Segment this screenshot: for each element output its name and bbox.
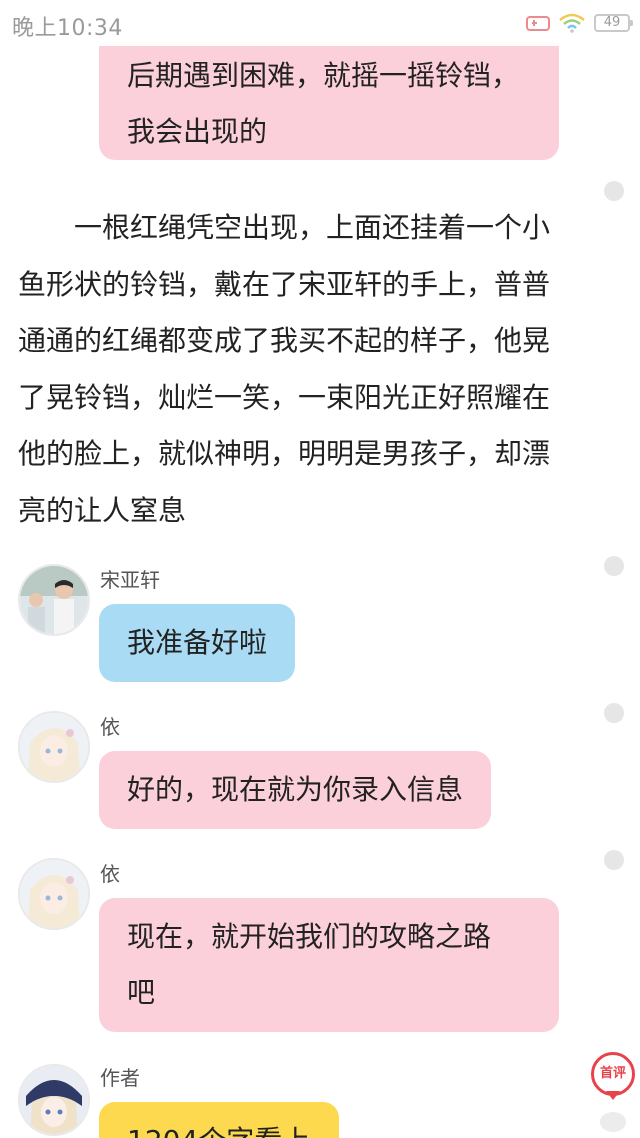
message-bubble[interactable]: 现在，就开始我们的攻略之路 吧 [99,898,559,1032]
battery-level: 49 [603,15,621,30]
avatar-anime-icon [20,1066,88,1134]
narration-line: 他的脸上，就似神明，明明是男孩子，却漂 [18,437,551,470]
avatar-anime-icon [20,713,88,781]
more-dot-icon[interactable] [604,850,624,870]
notification-icon [526,16,550,31]
message-line: 吧 [127,976,156,1009]
comment-bubble-icon [606,1091,620,1100]
message-bubble[interactable]: 我准备好啦 [99,604,296,682]
narration-line: 通通的红绳都变成了我买不起的样子，他晃 [18,324,551,357]
message-line: 好的，现在就为你录入信息 [127,773,464,806]
message-bubble[interactable]: 后期遇到困难，就摇一摇铃铛， 我会出现的 [99,42,559,160]
narration-line: 一根红绳凭空出现，上面还挂着一个小 [74,211,551,244]
message-bubble[interactable]: 1204个字看上 [99,1102,339,1138]
more-dot-icon[interactable] [604,181,624,201]
speaker-name: 依 [100,715,120,739]
speaker-name: 作者 [100,1066,140,1090]
avatar-yi[interactable] [18,858,90,930]
narration-line: 了晃铃铛，灿烂一笑，一束阳光正好照耀在 [18,380,551,414]
more-dot-icon[interactable] [600,1112,626,1132]
message-line: 我会出现的 [127,115,268,148]
avatar-songyaxuan[interactable] [18,564,90,636]
message-bubble[interactable]: 好的，现在就为你录入信息 [99,751,492,829]
avatar-anime-icon [20,860,88,928]
speaker-name: 依 [100,862,120,886]
narration-text: 一根红绳凭空出现，上面还挂着一个小 鱼形状的铃铛，戴在了宋亚轩的手上，普普 通通… [18,200,598,539]
wifi-icon [559,13,585,33]
avatar-yi[interactable] [18,711,90,783]
more-dot-icon[interactable] [604,703,624,723]
status-bar: 晚上10:34 49 [0,0,640,46]
narration-line: 鱼形状的铃铛，戴在了宋亚轩的手上，普普 [18,267,551,301]
avatar-author[interactable] [18,1064,90,1136]
narration-line: 亮的让人窒息 [18,493,187,527]
message-line: 现在，就开始我们的攻略之路 [127,920,492,953]
more-dot-icon[interactable] [604,556,624,576]
message-line: 后期遇到困难，就摇一摇铃铛， [127,59,520,92]
status-icons: 49 [526,10,633,36]
message-line: 我准备好啦 [127,626,268,659]
first-comment-button[interactable]: 首评 [591,1052,635,1096]
message-line: 1204个字看上 [127,1124,310,1138]
avatar-photo-icon [20,566,88,634]
status-time: 晚上10:34 [12,16,123,41]
first-comment-label: 首评 [599,1066,626,1081]
speaker-name: 宋亚轩 [100,568,160,592]
battery-icon: 49 [594,14,633,32]
chat-story-page: 晚上10:34 49 后期遇到困难，就摇一摇铃铛， 我会出现的 一根红绳凭空出现… [0,0,640,1138]
